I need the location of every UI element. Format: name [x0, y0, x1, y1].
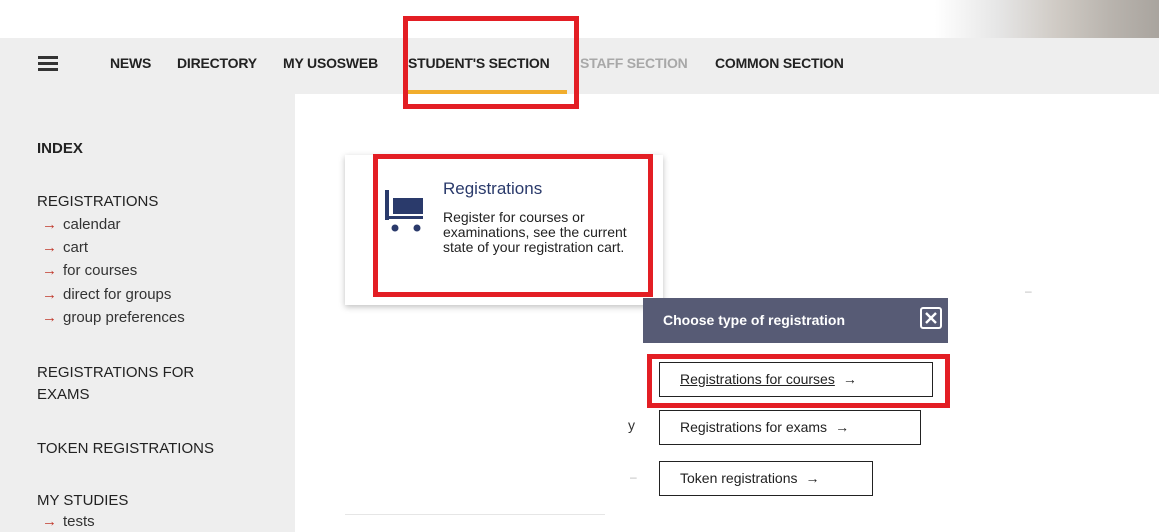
sidebar-link-for-courses[interactable]: → for courses — [42, 261, 137, 281]
sidebar-link-cart[interactable]: → cart — [42, 238, 88, 258]
registrations-card[interactable]: Registrations Register for courses or ex… — [345, 155, 663, 305]
arrow-right-icon: → — [42, 239, 57, 256]
arrow-right-icon: → — [805, 470, 820, 486]
sidebar-link-calendar[interactable]: → calendar — [42, 215, 121, 235]
sidebar-link-group-preferences[interactable]: → group preferences — [42, 308, 185, 328]
background-fragment: y — [628, 417, 635, 433]
active-tab-indicator — [405, 90, 567, 94]
hamburger-menu-icon[interactable] — [38, 56, 58, 72]
sidebar-registrations-for-exams[interactable]: REGISTRATIONS FOR EXAMS — [37, 362, 237, 406]
arrow-right-icon: → — [42, 309, 57, 326]
sidebar-token-registrations[interactable]: TOKEN REGISTRATIONS — [37, 439, 214, 459]
arrow-right-icon: → — [42, 286, 57, 303]
nav-my-usosweb[interactable]: MY USOSWEB — [283, 55, 378, 71]
registration-type-popup-header: Choose type of registration — [643, 298, 948, 343]
close-button[interactable] — [920, 307, 942, 329]
cart-icon — [385, 190, 423, 232]
divider — [345, 514, 605, 515]
nav-students-section[interactable]: STUDENT'S SECTION — [408, 55, 550, 71]
nav-directory[interactable]: DIRECTORY — [177, 55, 257, 71]
token-registrations-button[interactable]: Token registrations → — [659, 461, 873, 496]
nav-staff-section[interactable]: STAFF SECTION — [580, 55, 688, 71]
nav-common-section[interactable]: COMMON SECTION — [715, 55, 844, 71]
registrations-for-courses-button[interactable]: Registrations for courses → — [659, 362, 933, 397]
registrations-for-exams-button[interactable]: Registrations for exams → — [659, 410, 921, 445]
sidebar-link-tests[interactable]: → tests — [42, 512, 95, 532]
sidebar-my-studies-heading[interactable]: MY STUDIES — [37, 491, 128, 511]
sidebar-index[interactable]: INDEX — [37, 139, 83, 159]
arrow-right-icon: → — [42, 216, 57, 233]
card-title[interactable]: Registrations — [443, 179, 542, 199]
popup-title: Choose type of registration — [663, 312, 846, 328]
arrow-right-icon: → — [842, 371, 857, 387]
sidebar-link-direct-for-groups[interactable]: → direct for groups — [42, 285, 171, 305]
header-photo — [935, 0, 1159, 38]
background-fragment: – — [1025, 284, 1032, 298]
sidebar-registrations-heading[interactable]: REGISTRATIONS — [37, 192, 158, 212]
nav-news[interactable]: NEWS — [110, 55, 151, 71]
sidebar: INDEX REGISTRATIONS → calendar → cart → for… — [0, 94, 295, 532]
arrow-right-icon: → — [42, 513, 57, 530]
background-fragment: – — [630, 470, 637, 484]
arrow-right-icon: → — [835, 419, 850, 435]
arrow-right-icon: → — [42, 262, 57, 279]
close-icon — [925, 312, 937, 324]
main-navbar: NEWS DIRECTORY MY USOSWEB STUDENT'S SECT… — [0, 38, 1159, 94]
card-description: Register for courses or examinations, se… — [443, 209, 627, 255]
